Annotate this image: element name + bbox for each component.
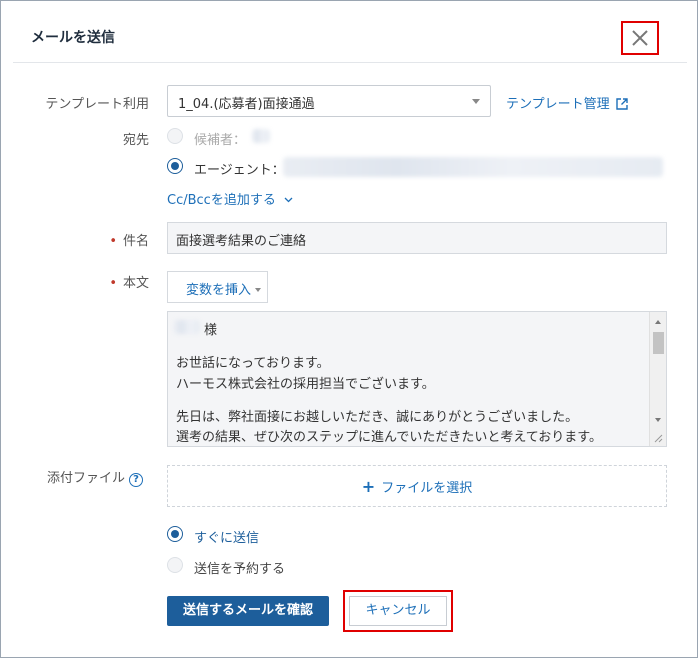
chevron-down-icon [472, 99, 480, 104]
scroll-up-arrow-icon[interactable] [655, 320, 661, 324]
chevron-down-icon [284, 197, 293, 203]
insert-variable-label: 変数を挿入 [186, 283, 252, 298]
agent-label: エージェント： [194, 163, 285, 178]
body-line: お世話になっております。 [176, 356, 330, 371]
body-label: • 本文 [101, 272, 149, 291]
body-line: 先日は、弊社面接にお越しいただき、誠にありがとうございました。 [176, 410, 579, 425]
candidate-name-redacted [252, 129, 270, 143]
body-label-text: 本文 [122, 276, 149, 291]
external-link-icon [615, 98, 628, 110]
recipient-name-redacted [174, 320, 200, 334]
subject-label-text: 件名 [122, 234, 149, 249]
recipient-label: 宛先 [122, 133, 149, 148]
subject-label: • 件名 [101, 230, 149, 249]
template-selected-value: 1_04.(応募者)面接通過 [178, 97, 315, 112]
cancel-highlight: キャンセル [343, 590, 453, 632]
body-scrollbar[interactable] [649, 312, 666, 446]
send-now-radio[interactable] [167, 526, 183, 542]
close-icon [632, 30, 648, 46]
scroll-down-arrow-icon[interactable] [655, 418, 661, 422]
body-line: 様 [204, 323, 218, 338]
agent-address-redacted [283, 157, 663, 177]
template-manage-link[interactable]: テンプレート管理 [506, 93, 628, 112]
template-select[interactable]: 1_04.(応募者)面接通過 [167, 85, 491, 117]
candidate-label: 候補者： [194, 133, 247, 148]
schedule-send-label: 送信を予約する [194, 562, 286, 577]
add-cc-bcc-label: Cc/Bccを追加する [167, 193, 276, 208]
required-mark: • [109, 276, 117, 291]
subject-input[interactable]: 面接選考結果のご連絡 [167, 222, 667, 254]
add-cc-bcc-link[interactable]: Cc/Bccを追加する [167, 189, 293, 208]
dialog-header: メールを送信 [13, 13, 687, 63]
agent-radio[interactable] [167, 158, 183, 174]
template-label: テンプレート利用 [45, 97, 149, 112]
required-mark: • [109, 234, 117, 249]
send-now-label: すぐに送信 [194, 531, 260, 546]
confirm-email-button[interactable]: 送信するメールを確認 [167, 596, 329, 626]
caret-down-icon [255, 288, 262, 292]
close-button[interactable] [621, 21, 659, 55]
attachment-label: 添付ファイル? [41, 467, 143, 487]
cancel-button[interactable]: キャンセル [349, 596, 447, 626]
candidate-radio[interactable] [167, 128, 183, 144]
body-textarea[interactable]: 様 お世話になっております。 ハーモス株式会社の採用担当でございます。 先日は、… [167, 311, 667, 447]
send-email-dialog: メールを送信 テンプレート利用 1_04.(応募者)面接通過 テンプレート管理 … [0, 0, 698, 658]
body-line: ハーモス株式会社の採用担当でございます。 [176, 377, 435, 392]
schedule-send-radio[interactable] [167, 557, 183, 573]
insert-variable-button[interactable]: 変数を挿入 [167, 271, 268, 303]
help-icon[interactable]: ? [129, 473, 143, 487]
resize-grip-icon[interactable] [654, 434, 663, 443]
attachment-label-text: 添付ファイル [46, 471, 125, 486]
dialog-title: メールを送信 [31, 30, 115, 46]
template-manage-label: テンプレート管理 [506, 97, 610, 112]
file-select-label: ファイルを選択 [381, 480, 473, 496]
file-select-dropzone[interactable]: + ファイルを選択 [167, 465, 667, 507]
plus-icon: + [361, 476, 376, 496]
body-line: 選考の結果、ぜひ次のステップに進んでいただきたいと考えております。 [176, 430, 603, 445]
scrollbar-thumb[interactable] [653, 332, 664, 354]
